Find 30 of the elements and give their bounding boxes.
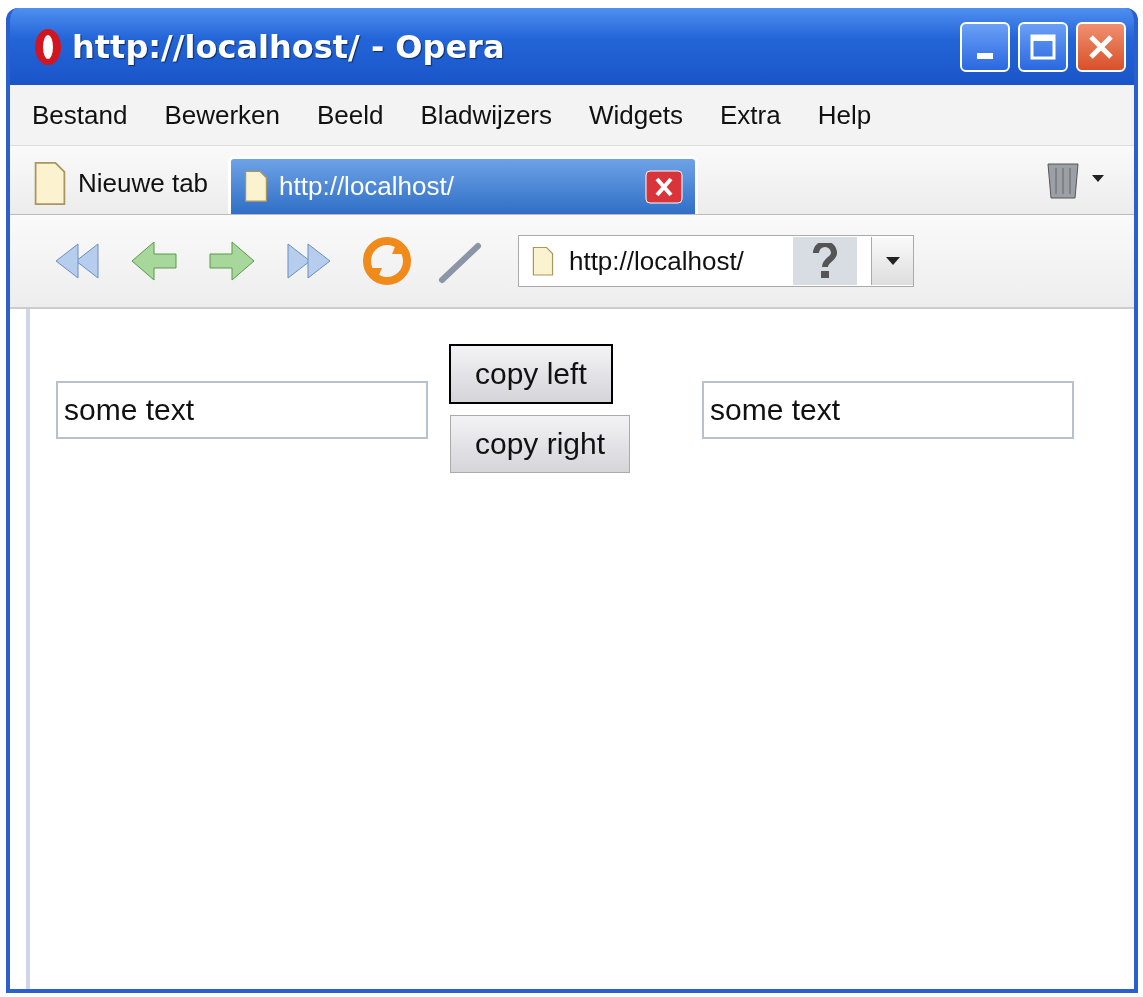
tab[interactable]: Nieuwe tab [20,152,221,214]
new-page-icon [32,160,68,206]
caret-icon[interactable] [1092,175,1104,183]
address-bar[interactable]: http://localhost/ [518,235,914,287]
menu-item[interactable]: Help [817,99,872,131]
text-field[interactable]: some text [56,381,428,439]
minimize-icon [977,52,993,59]
question-icon[interactable] [812,243,839,279]
copy-button[interactable]: copy left [450,345,612,403]
copy-button[interactable]: copy right [450,415,631,473]
menu-item[interactable]: Extra [719,99,781,131]
dropdown-button[interactable] [871,237,913,285]
close-icon [1088,33,1114,60]
close-button[interactable] [1076,21,1126,72]
menu-item[interactable]: Bewerken [164,99,281,131]
window-title: http://localhost/ - Opera [72,27,506,66]
menu-item[interactable]: Beeld [317,99,384,131]
page-icon [243,170,270,203]
tab[interactable]: http://localhost/ [228,156,699,214]
maximize-button[interactable] [1018,21,1068,72]
text-field[interactable]: some text [702,381,1075,439]
caret-icon [885,257,900,265]
address-field[interactable]: http://localhost/ [568,245,779,277]
page-icon [531,244,555,278]
menu-item[interactable]: Bladwijzers [420,99,553,131]
menu-item[interactable]: Widgets [589,99,683,131]
menu-item[interactable]: Bestand [32,99,128,131]
close-tab-icon[interactable] [645,169,684,204]
maximize-icon [1030,33,1056,60]
minimize-button[interactable] [960,21,1010,72]
